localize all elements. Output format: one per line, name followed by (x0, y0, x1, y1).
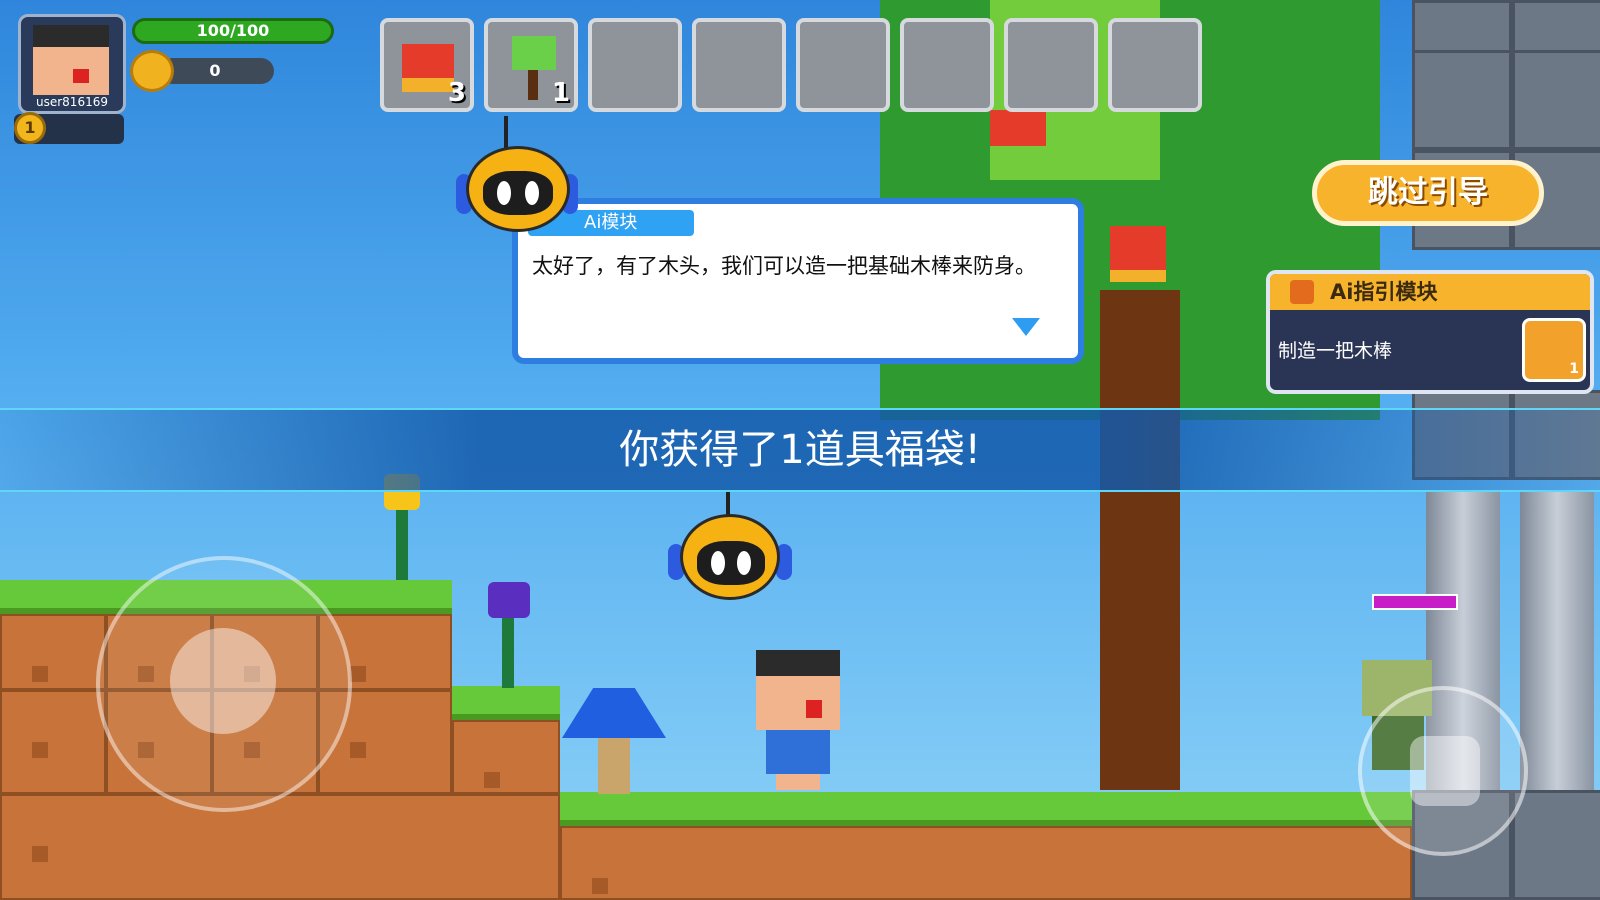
robot-body (680, 514, 780, 600)
tree-trunk (1100, 290, 1180, 790)
robot-body (466, 146, 570, 232)
coin-count: 0 (209, 61, 221, 80)
dirt-block (0, 794, 560, 900)
inventory-slot[interactable]: 3 (380, 18, 474, 112)
guide-book-icon (1290, 280, 1314, 304)
dialog-continue-icon[interactable] (1012, 318, 1040, 336)
reward-count: 1 (1569, 361, 1579, 377)
avatar-hair (33, 25, 109, 47)
reward-banner: 你获得了1道具福袋! (0, 408, 1600, 492)
dirt-block (560, 826, 1412, 900)
robot-eye (525, 181, 539, 205)
guide-header: Ai指引模块 (1270, 274, 1590, 310)
stone-block (1512, 790, 1600, 900)
inventory-slot[interactable] (900, 18, 994, 112)
robot-companion (668, 490, 792, 600)
inventory-slot[interactable]: 1 (484, 18, 578, 112)
robot-eye (497, 181, 511, 205)
flower-stem (502, 618, 514, 688)
robot-face (483, 171, 553, 215)
sapling-stem (528, 70, 538, 100)
guide-title: Ai指引模块 (1330, 280, 1438, 304)
joystick-knob[interactable] (170, 628, 276, 734)
lucky-bag-icon[interactable]: 1 (1522, 318, 1586, 382)
fist-icon (1410, 736, 1480, 806)
guide-task: 制造一把木棒 (1278, 340, 1393, 362)
player-hair (756, 650, 840, 676)
username-label: user816169 (36, 95, 108, 109)
stone-block (1512, 50, 1600, 150)
inventory-slot[interactable] (796, 18, 890, 112)
purple-flower-icon (488, 582, 530, 618)
level-badge: 1 (14, 112, 46, 144)
dirt-block (452, 720, 560, 794)
ai-guide-panel[interactable]: Ai指引模块 制造一把木棒 1 (1266, 270, 1594, 394)
stone-block (1412, 50, 1512, 150)
hp-bar: 100/100 (132, 18, 334, 44)
grass-block (452, 686, 560, 720)
flower-stem (396, 510, 408, 580)
player-face (756, 676, 840, 730)
dirt-block (0, 614, 106, 690)
dirt-block (0, 690, 106, 794)
skip-guide-button[interactable]: 跳过引导 (1312, 160, 1544, 226)
player-avatar[interactable]: user816169 (18, 14, 126, 114)
player-character (756, 650, 840, 790)
enemy-health-bar (1372, 594, 1458, 610)
crown-coin-icon (130, 50, 174, 92)
robot-speaker-avatar (456, 116, 580, 232)
inventory-slot[interactable] (1108, 18, 1202, 112)
player-mouth (806, 700, 822, 718)
robot-face (697, 541, 765, 585)
slot-count: 3 (447, 78, 466, 108)
mushroom-stem (598, 738, 630, 794)
grass-block (560, 792, 1412, 826)
inventory-slot[interactable] (588, 18, 682, 112)
inventory-slot[interactable] (692, 18, 786, 112)
apple-icon (990, 110, 1046, 146)
apple-icon (1110, 226, 1166, 282)
player-shirt (766, 730, 830, 774)
stone-pillar (1520, 490, 1594, 790)
robot-eye (711, 551, 725, 575)
robot-eye (737, 551, 751, 575)
avatar-mouth (73, 69, 89, 83)
coin-bar: 0 (160, 58, 274, 84)
attack-button[interactable] (1358, 686, 1528, 856)
inventory-slot[interactable] (1004, 18, 1098, 112)
reward-banner-text: 你获得了1道具福袋! (619, 427, 981, 473)
sapling-icon (512, 36, 556, 70)
hp-text: 100/100 (196, 21, 270, 40)
slot-count: 1 (551, 78, 570, 108)
dialog-text: 太好了，有了木头，我们可以造一把基础木棒来防身。 (532, 254, 1036, 278)
apple-icon (402, 44, 454, 92)
player-legs (776, 774, 820, 790)
